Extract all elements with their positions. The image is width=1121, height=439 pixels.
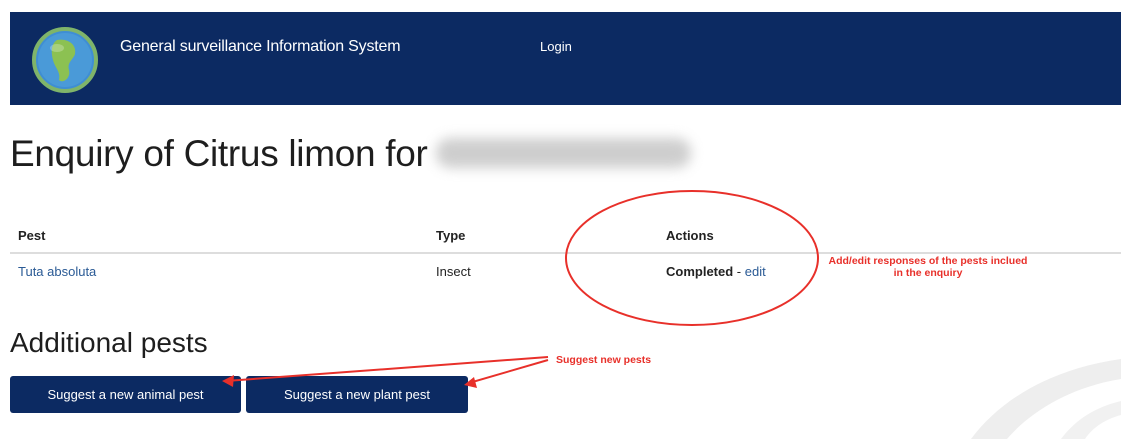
column-header-actions: Actions [658,218,1121,254]
column-header-type: Type [428,218,658,254]
watermark-swoosh [971,359,1121,439]
page-title-text: Enquiry of Citrus limon for [10,133,428,174]
top-navbar: General surveillance Information System … [10,12,1121,105]
arrow-to-plant-button [468,359,549,384]
globe-icon[interactable] [31,26,99,94]
status-separator: - [733,263,745,279]
suggest-animal-pest-button[interactable]: Suggest a new animal pest [10,376,241,413]
login-link[interactable]: Login [540,39,572,54]
pest-type: Insect [436,263,471,279]
pest-name-link[interactable]: Tuta absoluta [10,253,428,288]
page-title: Enquiry of Citrus limon for [10,133,691,175]
actions-annotation: Add/edit responses of the pests inclued … [828,255,1028,279]
suggest-plant-pest-button[interactable]: Suggest a new plant pest [246,376,468,413]
column-header-pest: Pest [10,218,428,254]
edit-link[interactable]: edit [745,264,766,279]
status-completed: Completed [666,263,734,279]
redacted-user-name [435,138,691,168]
table-header-row: Pest Type Actions [10,218,1121,254]
site-brand[interactable]: General surveillance Information System [120,38,401,56]
additional-pests-heading: Additional pests [10,327,208,358]
suggest-annotation: Suggest new pests [556,354,652,366]
